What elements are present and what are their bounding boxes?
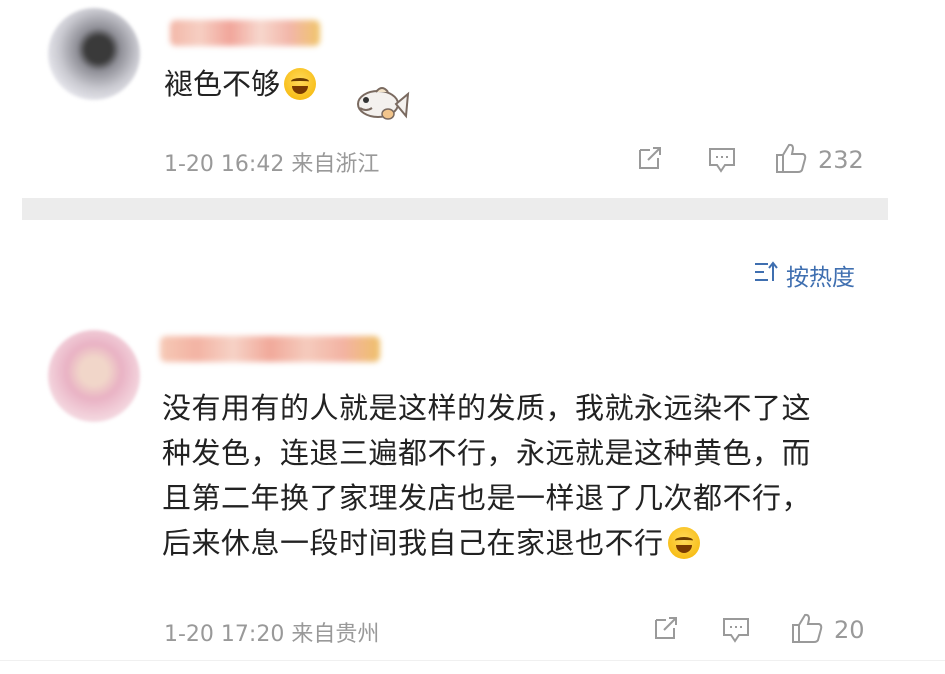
comment-text-line: 种发色，连退三遍都不行，永远就是这种黄色，而	[162, 436, 812, 470]
sort-icon	[754, 261, 778, 289]
fish-sticker-icon	[357, 87, 410, 120]
comment-location: 来自浙江	[291, 152, 380, 177]
avatar[interactable]	[48, 8, 140, 100]
like-count: 232	[818, 146, 864, 174]
like-icon[interactable]	[790, 611, 824, 645]
sort-button[interactable]: 按热度	[754, 258, 855, 292]
username-blurred[interactable]	[170, 20, 320, 46]
share-icon[interactable]	[652, 614, 680, 642]
comment-text-line: 且第二年换了家理发店也是一样退了几次都不行，	[162, 481, 812, 515]
like-icon[interactable]	[774, 141, 808, 175]
section-divider	[22, 198, 888, 220]
laughing-crying-emoji-icon	[667, 527, 700, 559]
comment-text-line: 后来休息一段时间我自己在家退也不行	[162, 526, 664, 560]
avatar[interactable]	[48, 330, 140, 422]
comment-text: 没有用有的人就是这样的发质，我就永远染不了这 种发色，连退三遍都不行，永远就是这…	[162, 386, 862, 566]
comment-time: 1-20 16:42	[164, 152, 285, 177]
laughing-crying-emoji-icon	[284, 68, 317, 100]
comment-text: 褪色不够	[164, 64, 317, 104]
comment-icon[interactable]	[707, 145, 737, 175]
comment-time: 1-20 17:20	[164, 622, 285, 647]
share-icon[interactable]	[636, 144, 664, 172]
like-count: 20	[834, 616, 865, 644]
bottom-divider	[0, 660, 945, 661]
comment-location: 来自贵州	[291, 622, 380, 647]
comment-text-line: 没有用有的人就是这样的发质，我就永远染不了这	[162, 391, 812, 425]
username-blurred[interactable]	[160, 336, 380, 362]
comment-meta: 1-20 16:42 来自浙江	[164, 146, 379, 178]
sort-label: 按热度	[786, 265, 855, 291]
comment-icon[interactable]	[721, 615, 751, 645]
comment-text-line: 褪色不够	[164, 67, 281, 101]
comment-meta: 1-20 17:20 来自贵州	[164, 616, 379, 648]
